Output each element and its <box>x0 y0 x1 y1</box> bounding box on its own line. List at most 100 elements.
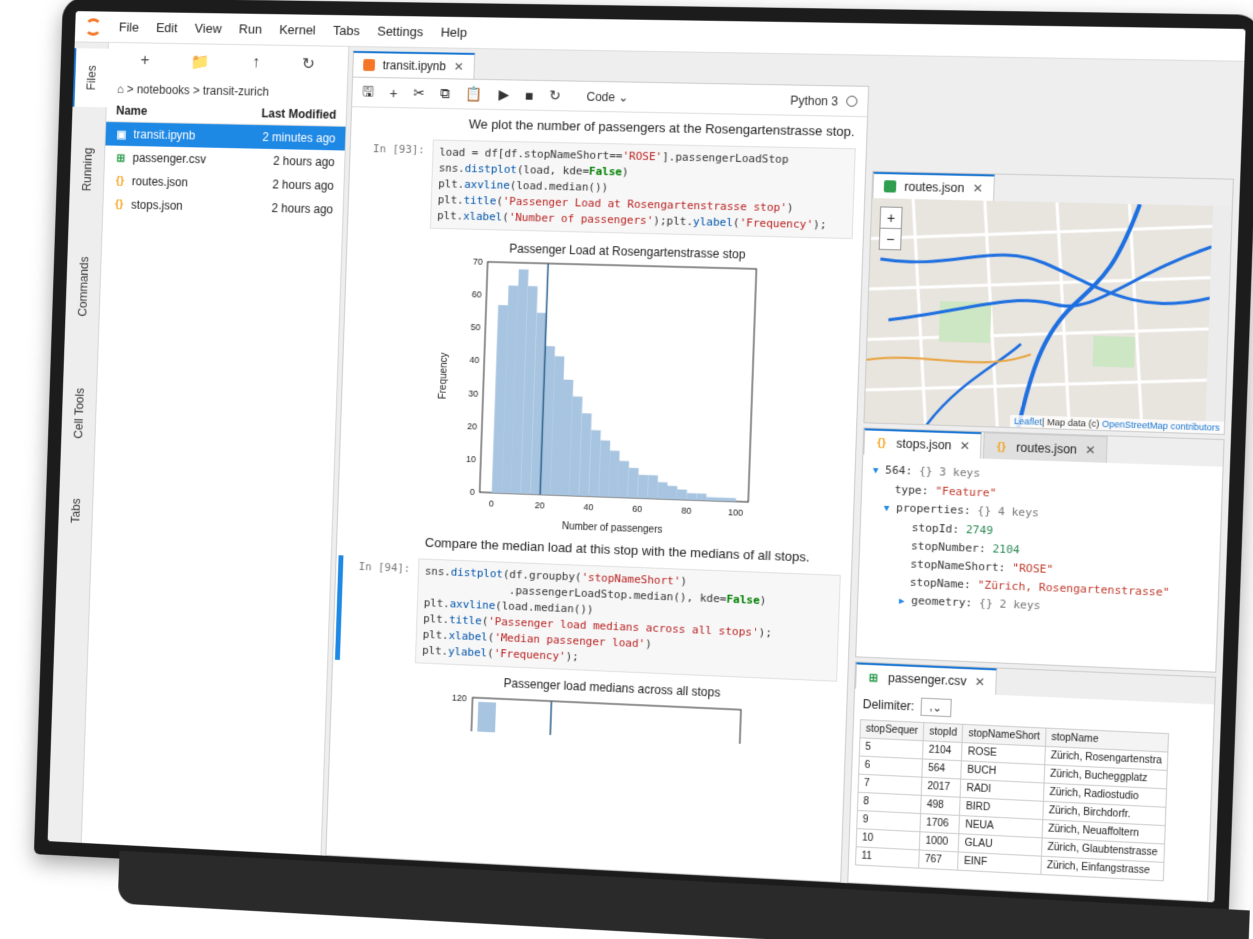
new-launcher-icon[interactable]: + <box>140 52 149 70</box>
expand-caret-icon[interactable]: ▼ <box>873 466 879 476</box>
json-key: 564: <box>885 463 913 478</box>
json-key: stopId: <box>911 521 960 536</box>
csv-cell[interactable]: 564 <box>922 758 962 780</box>
menu-view[interactable]: View <box>195 21 222 36</box>
leaflet-map[interactable]: + − Leaflet| Map data (c) OpenStreetMap … <box>864 198 1232 434</box>
cell-type-dropdown[interactable]: Code ⌄ <box>586 89 628 104</box>
csv-cell[interactable]: 2104 <box>922 740 963 761</box>
column-last-modified[interactable]: Last Modified <box>261 106 336 121</box>
new-folder-icon[interactable]: 📁 <box>191 52 211 72</box>
close-icon[interactable]: ✕ <box>974 675 985 690</box>
tab-stops-json[interactable]: {} stops.json ✕ <box>863 428 982 459</box>
file-modified: 2 hours ago <box>273 153 335 170</box>
x-tick-label: 40 <box>583 502 593 512</box>
json-value: 2749 <box>965 523 994 538</box>
cut-icon[interactable]: ✂ <box>413 85 425 102</box>
rail-label-tabs: Tabs <box>68 498 83 524</box>
histogram-bar <box>618 461 630 498</box>
csv-cell[interactable]: 767 <box>918 849 959 871</box>
close-icon[interactable]: ✕ <box>972 181 983 195</box>
menu-tabs[interactable]: Tabs <box>333 23 360 38</box>
code-editor[interactable]: load = df[df.stopNameShort=='ROSE'].pass… <box>429 139 856 240</box>
file-name: passenger.csv <box>132 150 207 167</box>
csv-cell[interactable]: 2017 <box>921 777 962 798</box>
close-icon[interactable]: ✕ <box>959 439 970 454</box>
menu-file[interactable]: File <box>119 20 139 35</box>
delimiter-select[interactable]: , ⌄ <box>920 697 952 718</box>
menu-run[interactable]: Run <box>239 21 262 36</box>
menu-settings[interactable]: Settings <box>377 24 423 40</box>
code-cell-94[interactable]: In [94]: sns.distplot(df.groupby('stopNa… <box>343 556 841 682</box>
x-axis-label: Number of passengers <box>562 521 663 536</box>
refresh-icon[interactable]: ↻ <box>302 54 316 74</box>
copy-icon[interactable]: ⧉ <box>440 85 450 102</box>
histogram-chart: Passenger Load at Rosengartenstrasse sto… <box>438 241 767 536</box>
csv-column-header[interactable]: stopId <box>923 722 964 743</box>
menu-help[interactable]: Help <box>441 25 468 40</box>
menu-edit[interactable]: Edit <box>156 20 178 35</box>
csv-cell[interactable]: 11 <box>855 846 920 869</box>
run-icon[interactable]: ▶ <box>498 86 509 103</box>
y-tick-label: 20 <box>467 421 477 431</box>
x-tick-label: 80 <box>681 505 691 516</box>
markdown-cell[interactable]: We plot the number of passengers at the … <box>361 111 857 142</box>
json-value: "Feature" <box>935 484 997 500</box>
upload-icon[interactable]: ↑ <box>252 54 260 72</box>
csv-cell[interactable]: 1706 <box>920 813 960 834</box>
rail-tab-tabs[interactable]: Tabs <box>58 481 94 541</box>
zoom-out-button[interactable]: − <box>879 227 901 250</box>
map-icon <box>883 180 897 193</box>
notebook-icon: ▣ <box>116 128 127 141</box>
tab-label: routes.json <box>1016 439 1078 457</box>
histogram-bar <box>628 468 639 498</box>
menu-kernel[interactable]: Kernel <box>279 22 316 37</box>
osm-link[interactable]: OpenStreetMap contributors <box>1102 419 1220 433</box>
code-cell-93[interactable]: In [93]: load = df[df.stopNameShort=='RO… <box>358 138 856 240</box>
file-row-stops-json[interactable]: {} stops.json 2 hours ago <box>103 192 343 221</box>
tab-transit-ipynb[interactable]: transit.ipynb ✕ <box>352 50 475 79</box>
expand-caret-icon[interactable]: ▶ <box>899 596 905 606</box>
close-icon[interactable]: ✕ <box>454 60 464 74</box>
restart-icon[interactable]: ↻ <box>549 87 561 104</box>
rail-tab-files[interactable]: Files <box>72 48 109 108</box>
add-cell-icon[interactable]: + <box>389 85 398 101</box>
histogram-bar <box>477 701 497 739</box>
paste-icon[interactable]: 📋 <box>465 86 484 103</box>
histogram-bar <box>656 481 667 499</box>
y-tick-label: 70 <box>473 256 483 266</box>
tab-routes-json[interactable]: routes.json ✕ <box>872 171 995 201</box>
csv-cell[interactable]: 1000 <box>919 831 960 852</box>
rail-tab-running[interactable]: Running <box>69 130 106 209</box>
rail-label-commands: Commands <box>75 256 92 317</box>
main-dock-area: transit.ipynb ✕ 🖫 + ✂ ⧉ 📋 ▶ ■ ↻ Code ⌄ P… <box>321 46 1245 903</box>
chart-title: Passenger load medians across all stops <box>503 676 720 700</box>
rail-tab-cell-tools[interactable]: Cell Tools <box>60 364 97 463</box>
stop-icon[interactable]: ■ <box>525 87 534 103</box>
close-icon[interactable]: ✕ <box>1085 442 1096 457</box>
column-name[interactable]: Name <box>116 104 148 118</box>
y-tick-label: 0 <box>470 487 475 497</box>
zoom-in-button[interactable]: + <box>880 207 901 228</box>
passenger-csv-panel: ⊞ passenger.csv ✕ Delimiter: , ⌄ stopSequ… <box>847 661 1217 903</box>
kernel-indicator[interactable]: Python 3 <box>790 93 858 108</box>
csv-cell[interactable]: EINF <box>957 851 1042 875</box>
file-browser: + 📁 ↑ ↻ ⌂ > notebooks > transit-zurich N… <box>81 42 350 856</box>
y-tick-label: 50 <box>470 322 480 332</box>
y-axis-label: Frequency <box>438 352 451 399</box>
tab-routes-json-2[interactable]: {} routes.json ✕ <box>982 432 1108 463</box>
code-editor[interactable]: sns.distplot(df.groupby('stopNameShort')… <box>414 558 841 682</box>
rail-label-cell-tools: Cell Tools <box>71 387 87 439</box>
expand-caret-icon[interactable]: ▼ <box>884 504 890 514</box>
save-icon[interactable]: 🖫 <box>362 80 374 104</box>
kernel-status-icon <box>846 95 858 107</box>
histogram-output: Passenger Load at Rosengartenstrasse sto… <box>429 235 852 548</box>
spreadsheet-icon: ⊞ <box>116 152 126 164</box>
y-tick-label: 60 <box>472 289 482 299</box>
rail-tab-commands[interactable]: Commands <box>65 237 102 335</box>
leaflet-link[interactable]: Leaflet <box>1014 416 1042 427</box>
json-file-icon: {} <box>876 436 887 450</box>
csv-cell[interactable]: 498 <box>920 795 961 816</box>
tab-label: stops.json <box>896 436 952 453</box>
file-modified: 2 minutes ago <box>262 130 336 146</box>
cell-type-value: Code <box>586 89 616 104</box>
